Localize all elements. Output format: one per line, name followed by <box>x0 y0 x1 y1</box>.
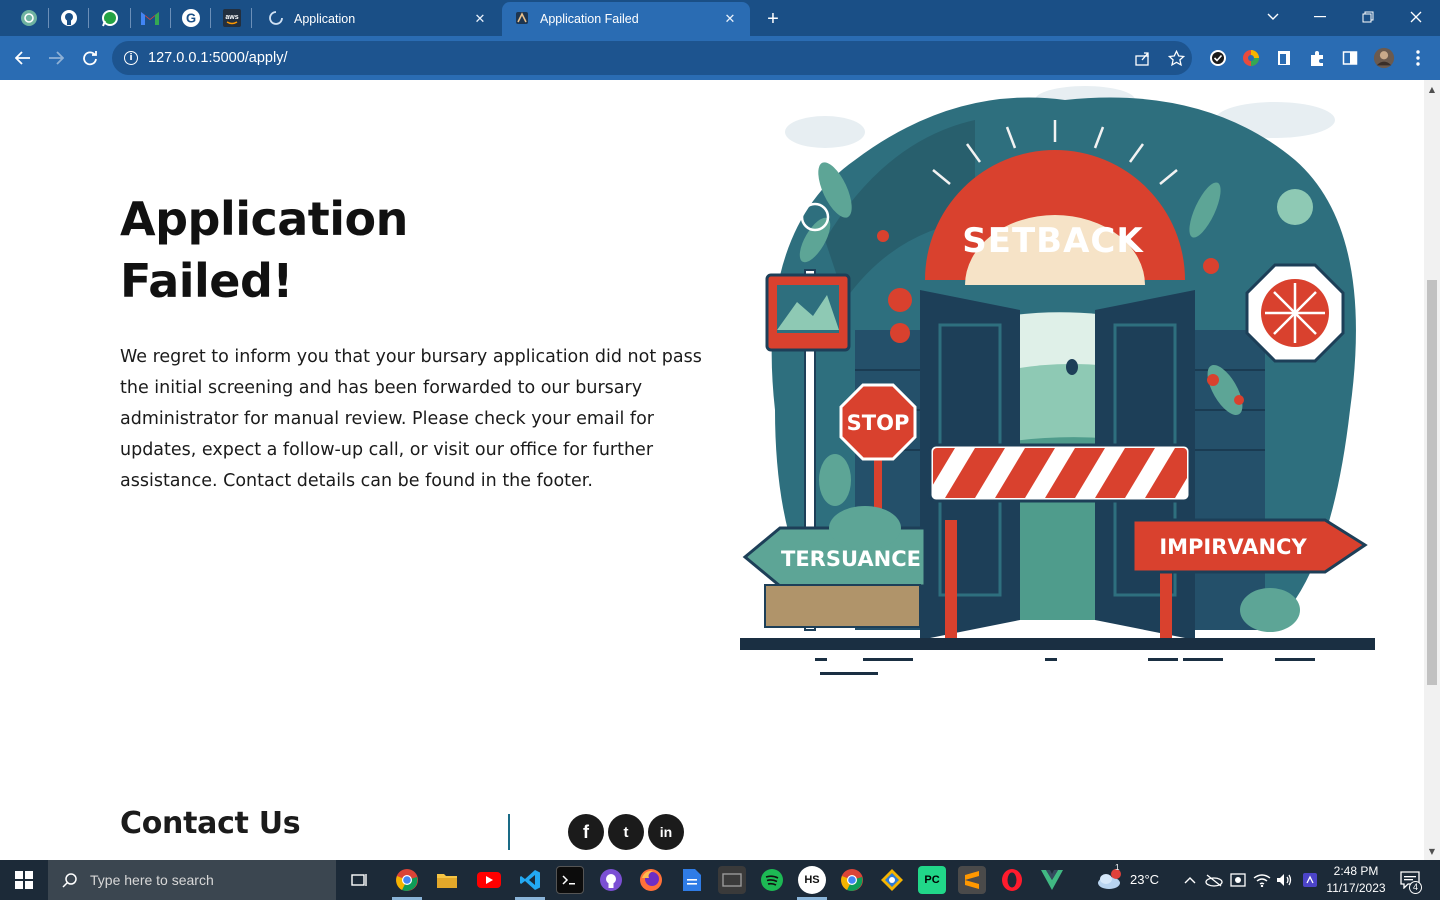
github-pinned-tab-icon[interactable] <box>56 5 82 31</box>
page-title: Application Failed! <box>120 188 520 312</box>
close-window-icon[interactable] <box>1396 4 1436 30</box>
file-explorer-icon[interactable] <box>433 866 461 894</box>
language-app-icon[interactable] <box>1301 871 1319 889</box>
contact-us-heading: Contact Us <box>120 806 301 841</box>
pycharm-icon[interactable]: PC <box>918 866 946 894</box>
hs-app-icon[interactable]: HS <box>798 866 826 894</box>
spotify-icon[interactable] <box>758 866 786 894</box>
grammarly-pinned-tab-icon[interactable]: G <box>178 5 204 31</box>
failure-message: We regret to inform you that your bursar… <box>120 347 702 491</box>
sublime-text-icon[interactable] <box>958 866 986 894</box>
youtube-icon[interactable] <box>475 866 503 894</box>
tab-title: Application Failed <box>540 12 639 26</box>
sourcetree-icon[interactable] <box>878 866 906 894</box>
close-tab-icon[interactable]: ✕ <box>722 11 738 27</box>
page-title-line-2: Failed! <box>120 254 293 308</box>
tab-search-icon[interactable] <box>1253 4 1293 30</box>
impirvancy-sign-text: IMPIRVANCY <box>1159 535 1307 559</box>
notification-count-badge: 4 <box>1409 881 1422 894</box>
bookmark-star-icon[interactable] <box>1165 47 1187 69</box>
share-icon[interactable] <box>1131 47 1153 69</box>
terminal-icon[interactable] <box>556 866 584 894</box>
vue-icon[interactable] <box>1038 866 1066 894</box>
show-hidden-icons-chevron-icon[interactable] <box>1181 871 1199 889</box>
site-favicon-icon <box>514 10 530 29</box>
page-scrollbar[interactable]: ▲ ▼ <box>1424 80 1440 860</box>
browser-toolbar: i 127.0.0.1:5000/apply/ <box>0 36 1440 80</box>
windows-logo-icon <box>15 871 33 889</box>
site-info-icon[interactable]: i <box>124 51 138 65</box>
extensions-puzzle-icon[interactable] <box>1306 47 1328 69</box>
twitter-icon[interactable]: t <box>608 814 644 850</box>
contact-divider <box>508 814 510 850</box>
new-tab-button[interactable]: + <box>756 2 790 36</box>
svg-text:G: G <box>186 11 196 26</box>
scroll-down-arrow-icon[interactable]: ▼ <box>1424 844 1440 858</box>
restore-window-icon[interactable] <box>1348 4 1388 30</box>
url-text: 127.0.0.1:5000/apply/ <box>148 50 288 66</box>
display-app-icon[interactable] <box>718 866 746 894</box>
scrollbar-thumb[interactable] <box>1427 280 1437 685</box>
vscode-icon[interactable] <box>516 866 544 894</box>
clock-date[interactable]: 11/17/2023 <box>1326 881 1386 895</box>
tab-application[interactable]: Application ✕ <box>256 2 500 36</box>
clock-time[interactable]: 2:48 PM <box>1333 864 1379 878</box>
tersuance-sign-text: TERSUANCE <box>781 547 921 571</box>
search-placeholder: Type here to search <box>90 872 214 888</box>
taskbar-search-box[interactable]: Type here to search <box>48 860 336 900</box>
aws-pinned-tab-icon[interactable]: aws <box>219 5 245 31</box>
page-title-line-1: Application <box>120 192 408 246</box>
stop-sign-text: STOP <box>847 411 910 435</box>
reader-extension-icon[interactable] <box>1273 47 1295 69</box>
wifi-icon[interactable] <box>1253 871 1271 889</box>
weather-temperature[interactable]: 23°C <box>1130 872 1159 887</box>
reload-button[interactable] <box>77 45 103 71</box>
profile-avatar[interactable] <box>1373 47 1395 69</box>
linkedin-icon[interactable]: in <box>648 814 684 850</box>
browser-tab-strip: G aws Application ✕ Application Failed ✕… <box>0 0 1440 36</box>
github-desktop-icon[interactable] <box>597 866 625 894</box>
back-button[interactable] <box>10 45 36 71</box>
color-picker-extension-icon[interactable] <box>1240 47 1262 69</box>
tab-application-failed[interactable]: Application Failed ✕ <box>502 2 750 36</box>
tab-title: Application <box>294 12 356 26</box>
side-panel-icon[interactable] <box>1339 47 1361 69</box>
loading-spinner-icon <box>268 10 284 29</box>
svg-text:aws: aws <box>225 14 238 21</box>
close-tab-icon[interactable]: ✕ <box>472 11 488 27</box>
facebook-icon[interactable]: f <box>568 814 604 850</box>
gmail-pinned-tab-icon[interactable] <box>137 5 163 31</box>
windows-taskbar: Type here to search HS PC 1 23°C 2:48 PM… <box>0 860 1440 900</box>
search-icon <box>62 873 77 888</box>
task-view-icon[interactable] <box>346 866 374 894</box>
forward-button[interactable] <box>43 45 69 71</box>
onedrive-offline-icon[interactable] <box>1205 871 1223 889</box>
chrome-profile-taskbar-icon[interactable] <box>838 866 866 894</box>
opera-icon[interactable] <box>998 866 1026 894</box>
scroll-up-arrow-icon[interactable]: ▲ <box>1424 82 1440 96</box>
firefox-icon[interactable] <box>637 866 665 894</box>
setback-illustration: SETBACK STOP TERSUANCE IMPIRVANCY <box>740 86 1375 675</box>
chatgpt-pinned-tab-icon[interactable] <box>16 5 42 31</box>
whatsapp-pinned-tab-icon[interactable] <box>97 5 123 31</box>
page-viewport: Application Failed! We regret to inform … <box>0 80 1424 860</box>
weather-badge: 1 <box>1115 863 1120 872</box>
setback-headline: SETBACK <box>962 221 1144 261</box>
start-button[interactable] <box>0 860 48 900</box>
tray-app-icon[interactable] <box>1229 871 1247 889</box>
extension-check-icon[interactable] <box>1207 47 1229 69</box>
minimize-window-icon[interactable] <box>1300 4 1340 30</box>
docs-icon[interactable] <box>678 866 706 894</box>
browser-menu-icon[interactable] <box>1407 47 1429 69</box>
address-bar[interactable]: i 127.0.0.1:5000/apply/ <box>112 41 1192 75</box>
chrome-taskbar-icon[interactable] <box>393 866 421 894</box>
volume-icon[interactable] <box>1276 871 1294 889</box>
